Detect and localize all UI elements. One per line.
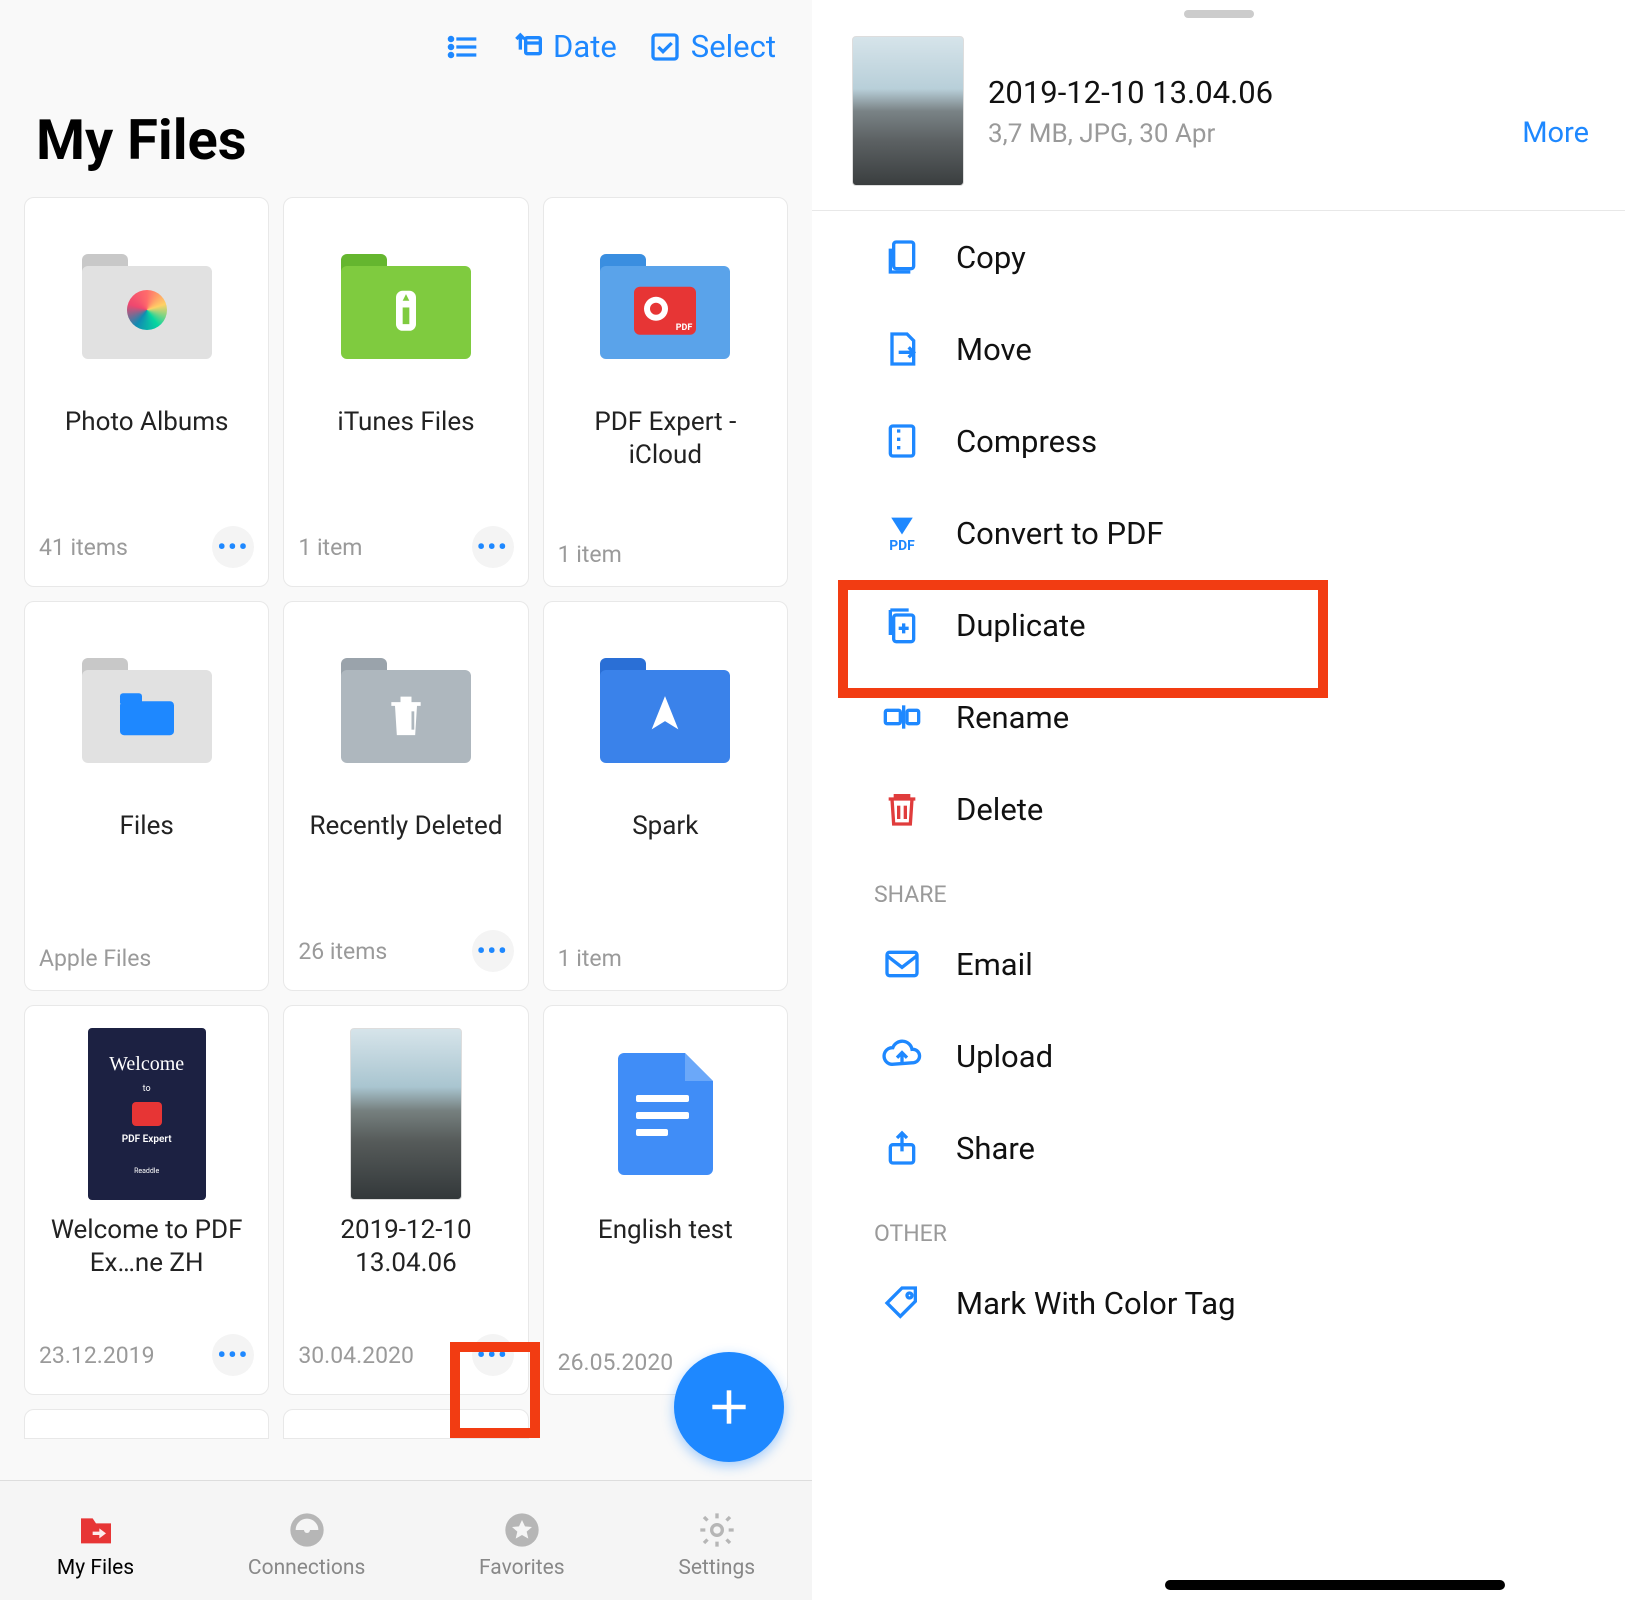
section-label-other: OTHER: [812, 1194, 1625, 1257]
more-button[interactable]: •••: [472, 526, 514, 568]
action-label: Convert to PDF: [956, 515, 1164, 552]
tile-name: iTunes Files: [337, 406, 474, 472]
action-label: Copy: [956, 239, 1026, 276]
folder-icon: [82, 620, 212, 800]
action-label: Mark With Color Tag: [956, 1285, 1236, 1322]
home-indicator: [1165, 1580, 1505, 1590]
action-label: Compress: [956, 423, 1097, 460]
sheet-drag-handle[interactable]: [1184, 10, 1254, 18]
file-welcome-pdf[interactable]: Welcome to PDF Expert Readdle Welcome to…: [24, 1005, 269, 1395]
sheet-subtitle: 3,7 MB, JPG, 30 Apr: [988, 119, 1273, 149]
action-copy[interactable]: Copy: [812, 211, 1625, 303]
action-duplicate[interactable]: Duplicate: [812, 579, 1625, 671]
more-button[interactable]: •••: [472, 930, 514, 972]
file-thumbnail: Welcome to PDF Expert Readdle: [88, 1024, 206, 1204]
action-upload[interactable]: Upload: [812, 1010, 1625, 1102]
tab-connections[interactable]: Connections: [248, 1510, 365, 1580]
tile-name: Spark: [632, 810, 698, 876]
sheet-header: 2019-12-10 13.04.06 3,7 MB, JPG, 30 Apr …: [812, 36, 1625, 211]
tile-meta: 26.05.2020: [558, 1349, 674, 1376]
file-english-test[interactable]: English test 26.05.2020: [543, 1005, 788, 1395]
folder-itunes-files[interactable]: iTunes Files 1 item •••: [283, 197, 528, 587]
folder-photo-albums[interactable]: Photo Albums 41 items •••: [24, 197, 269, 587]
add-button[interactable]: [674, 1352, 784, 1462]
folder-pdf-expert-icloud[interactable]: PDF PDF Expert - iCloud 1 item: [543, 197, 788, 587]
tab-label: Favorites: [479, 1556, 565, 1580]
select-button[interactable]: Select: [649, 28, 776, 65]
tile-meta: 26 items: [298, 938, 387, 965]
tile-meta: 1 item: [558, 541, 622, 568]
tile-meta: 1 item: [298, 534, 362, 561]
tile-partial: [24, 1409, 269, 1439]
file-icon: [618, 1024, 713, 1204]
select-label: Select: [691, 28, 776, 65]
tab-label: My Files: [57, 1556, 134, 1580]
tab-label: Connections: [248, 1556, 365, 1580]
folder-icon: [341, 216, 471, 396]
tile-name: Files: [120, 810, 174, 876]
folder-spark[interactable]: Spark 1 item: [543, 601, 788, 991]
tile-name: Welcome to PDF Ex…ne ZH: [39, 1214, 254, 1280]
tile-meta: 23.12.2019: [39, 1342, 155, 1369]
action-label: Duplicate: [956, 607, 1086, 644]
folder-icon: PDF: [600, 216, 730, 396]
action-delete[interactable]: Delete: [812, 763, 1625, 855]
sort-button[interactable]: Date: [511, 28, 617, 65]
file-thumbnail: [350, 1024, 462, 1204]
tab-settings[interactable]: Settings: [678, 1510, 755, 1580]
section-label-share: SHARE: [812, 855, 1625, 918]
action-convert-to-pdf[interactable]: PDF Convert to PDF: [812, 487, 1625, 579]
top-toolbar: Date Select: [0, 0, 812, 77]
action-label: Move: [956, 331, 1032, 368]
tile-meta: Apple Files: [39, 945, 151, 972]
more-button[interactable]: •••: [212, 1334, 254, 1376]
tile-meta: 1 item: [558, 945, 622, 972]
folder-files[interactable]: Files Apple Files: [24, 601, 269, 991]
action-label: Share: [956, 1130, 1035, 1167]
page-title: My Files: [0, 77, 812, 197]
action-email[interactable]: Email: [812, 918, 1625, 1010]
tab-bar: My Files Connections Favorites Settings: [0, 1480, 812, 1600]
tile-partial: [283, 1409, 528, 1439]
action-label: Delete: [956, 791, 1043, 828]
more-button[interactable]: •••: [472, 1334, 514, 1376]
action-compress[interactable]: Compress: [812, 395, 1625, 487]
svg-text:PDF: PDF: [889, 538, 915, 553]
more-link[interactable]: More: [1522, 116, 1589, 150]
tile-name: Recently Deleted: [309, 810, 502, 876]
sort-label: Date: [553, 28, 617, 65]
file-photo-2019-12-10[interactable]: 2019-12-10 13.04.06 30.04.2020 •••: [283, 1005, 528, 1395]
folder-icon: [341, 620, 471, 800]
file-grid: Photo Albums 41 items ••• iTunes Files 1…: [0, 197, 812, 1395]
folder-recently-deleted[interactable]: Recently Deleted 26 items •••: [283, 601, 528, 991]
action-color-tag[interactable]: Mark With Color Tag: [812, 1257, 1625, 1349]
sheet-title: 2019-12-10 13.04.06: [988, 74, 1273, 111]
action-label: Upload: [956, 1038, 1053, 1075]
tile-name: English test: [598, 1214, 733, 1280]
tile-name: 2019-12-10 13.04.06: [298, 1214, 513, 1280]
action-sheet: 2019-12-10 13.04.06 3,7 MB, JPG, 30 Apr …: [812, 0, 1625, 1600]
more-button[interactable]: •••: [212, 526, 254, 568]
action-label: Rename: [956, 699, 1069, 736]
tab-favorites[interactable]: Favorites: [479, 1510, 565, 1580]
action-rename[interactable]: Rename: [812, 671, 1625, 763]
folder-icon: [600, 620, 730, 800]
action-label: Email: [956, 946, 1033, 983]
tab-label: Settings: [678, 1556, 755, 1580]
tile-name: PDF Expert - iCloud: [558, 406, 773, 472]
folder-icon: [82, 216, 212, 396]
action-move[interactable]: Move: [812, 303, 1625, 395]
files-screen: Date Select My Files Photo Albums 41 ite…: [0, 0, 812, 1600]
tile-meta: 30.04.2020: [298, 1342, 414, 1369]
tab-my-files[interactable]: My Files: [57, 1510, 134, 1580]
file-thumbnail: [852, 36, 964, 186]
view-mode-button[interactable]: [447, 31, 479, 63]
action-share[interactable]: Share: [812, 1102, 1625, 1194]
tile-meta: 41 items: [39, 534, 128, 561]
tile-name: Photo Albums: [65, 406, 229, 472]
